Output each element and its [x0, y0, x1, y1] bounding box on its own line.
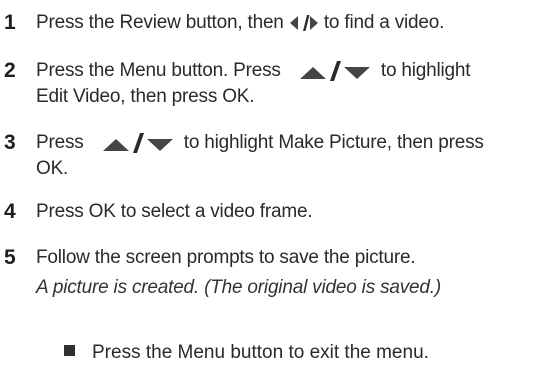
- left-right-arrows-icon: [289, 14, 318, 31]
- step-text: Press to highlight Make Picture, then pr…: [36, 130, 556, 182]
- step-number: 1: [4, 11, 16, 34]
- step-number: 2: [4, 59, 16, 82]
- step-text-part: Press the Review button, then: [36, 12, 289, 33]
- up-down-arrows-icon: [102, 132, 173, 153]
- step-text: Follow the screen prompts to save the pi…: [36, 245, 556, 301]
- step-instruction: Follow the screen prompts to save the pi…: [36, 247, 416, 268]
- instruction-page: 1 Press the Review button, then to find …: [0, 0, 560, 364]
- step-text: Press the Review button, then to find a …: [36, 10, 556, 36]
- step-number: 5: [4, 246, 16, 269]
- step-text: Press the Menu button. Press to highligh…: [36, 58, 556, 110]
- step-text-continuation: OK.: [36, 158, 69, 179]
- step-number: 4: [4, 200, 16, 223]
- step-text-part: to find a video.: [318, 12, 445, 33]
- tip-text: Press the Menu button to exit the menu.: [92, 342, 429, 363]
- step-number: 3: [4, 131, 16, 154]
- step-text-part: Press: [36, 132, 89, 153]
- tip-bullet: Press the Menu button to exit the menu.: [64, 341, 429, 365]
- step-result: A picture is created. (The original vide…: [36, 277, 441, 298]
- up-down-arrows-icon: [299, 60, 370, 81]
- step-text-part: to highlight: [375, 60, 471, 81]
- step-text-part: to highlight Make Picture, then press: [178, 132, 484, 153]
- square-bullet-icon: [64, 345, 75, 356]
- step-text-part: Press the Menu button. Press: [36, 60, 286, 81]
- step-text-continuation: Edit Video, then press OK.: [36, 86, 255, 107]
- step-text: Press OK to select a video frame.: [36, 201, 313, 222]
